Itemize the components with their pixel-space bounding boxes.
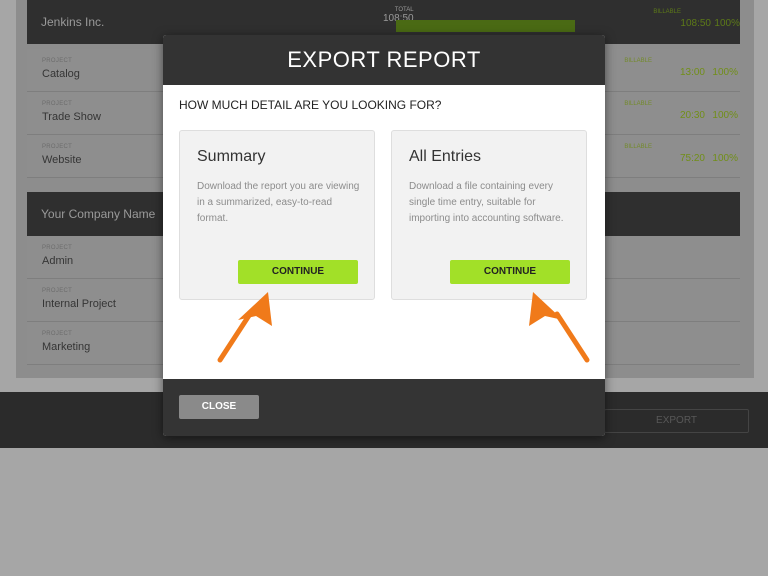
project-label: PROJECT: [42, 245, 73, 251]
project-label: PROJECT: [42, 288, 73, 294]
option-title: All Entries: [409, 148, 482, 165]
export-button[interactable]: EXPORT: [604, 409, 749, 433]
billable-value: 75:20: [679, 153, 705, 164]
project-label: PROJECT: [42, 58, 73, 64]
billable-label: BILLABLE: [624, 144, 652, 150]
all-entries-continue-button[interactable]: CONTINUE: [450, 260, 570, 284]
billable-label: BILLABLE: [653, 9, 681, 15]
total-progress-bar: [396, 20, 575, 32]
arrow-icon: [529, 292, 590, 363]
billable-value: 20:30: [679, 110, 705, 121]
client-name: Jenkins Inc.: [41, 15, 105, 29]
billable-value: 13:00: [679, 67, 705, 78]
option-description: Download a file containing every single …: [409, 181, 564, 224]
project-name: Admin: [42, 255, 74, 267]
modal-footer: CLOSE: [163, 379, 605, 436]
modal-title: EXPORT REPORT: [163, 35, 605, 85]
billable-label: BILLABLE: [624, 58, 652, 64]
option-title: Summary: [197, 148, 266, 165]
project-label: PROJECT: [42, 101, 73, 107]
export-report-modal: EXPORT REPORT HOW MUCH DETAIL ARE YOU LO…: [163, 35, 605, 436]
option-description: Download the report you are viewing in a…: [197, 181, 360, 224]
billable-percent: 100%: [714, 18, 740, 29]
billable-value: 108:50: [680, 18, 711, 29]
summary-continue-button[interactable]: CONTINUE: [238, 260, 358, 284]
billable-percent: 100%: [712, 153, 738, 164]
detail-question: HOW MUCH DETAIL ARE YOU LOOKING FOR?: [179, 98, 442, 112]
project-name: Catalog: [42, 68, 80, 80]
client-name: Your Company Name: [41, 207, 156, 221]
arrow-icon: [217, 292, 272, 363]
project-label: PROJECT: [42, 144, 73, 150]
project-label: PROJECT: [42, 331, 73, 337]
all-entries-option-card: All Entries Download a file containing e…: [391, 130, 587, 300]
project-name: Website: [42, 154, 82, 166]
billable-label: BILLABLE: [624, 101, 652, 107]
close-button[interactable]: CLOSE: [179, 395, 259, 419]
billable-percent: 100%: [712, 110, 738, 121]
billable-percent: 100%: [712, 67, 738, 78]
project-name: Trade Show: [42, 111, 101, 123]
summary-option-card: Summary Download the report you are view…: [179, 130, 375, 300]
project-name: Marketing: [42, 341, 91, 353]
project-name: Internal Project: [42, 298, 116, 310]
